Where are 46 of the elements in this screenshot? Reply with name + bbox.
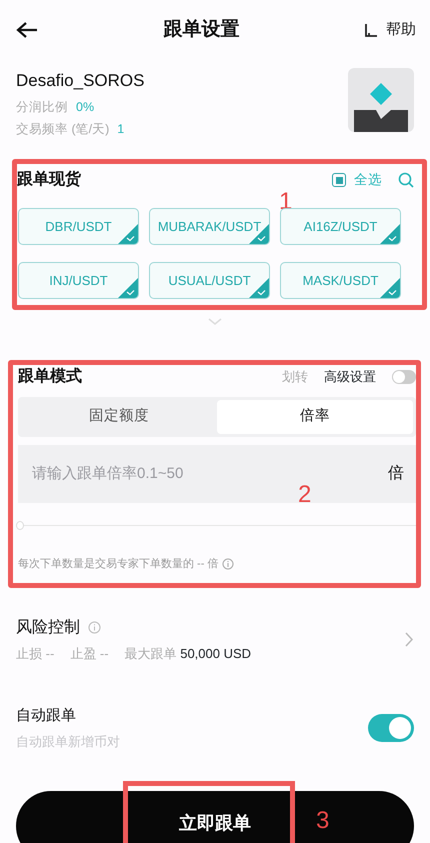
checkbox[interactable] xyxy=(332,173,346,187)
row-title: 自动跟单 xyxy=(16,706,77,726)
pair-chip[interactable]: DBR/USDT xyxy=(18,208,139,245)
chevron-down-icon xyxy=(208,318,222,326)
risk-value: 最大跟单 50,000 USD xyxy=(124,644,252,662)
info-icon[interactable] xyxy=(222,558,234,570)
page-title: 跟单设置 xyxy=(164,18,240,40)
mode-tab[interactable]: 固定额度 xyxy=(21,400,217,434)
toggle-switch[interactable] xyxy=(392,370,416,384)
section-title: 跟单现货 xyxy=(17,170,81,190)
pair-chip[interactable]: MUBARAK/USDT xyxy=(149,208,270,245)
check-icon xyxy=(118,224,138,244)
stat-value: 0% xyxy=(76,98,94,116)
back-icon[interactable] xyxy=(16,21,38,39)
info-icon[interactable] xyxy=(88,621,101,634)
help-button[interactable]: 帮助 xyxy=(365,18,416,42)
mode-tab[interactable]: 倍率 xyxy=(217,400,413,434)
risk-value: 止盈 -- xyxy=(70,644,109,662)
unit-label: 倍 xyxy=(388,464,404,484)
select-all-label[interactable]: 全选 xyxy=(354,170,382,190)
check-icon xyxy=(118,278,138,298)
trader-name: Desafio_SOROS xyxy=(16,70,144,92)
row-title: 风险控制 xyxy=(16,618,80,638)
stat-label: 分润比例 xyxy=(16,98,68,116)
advanced-settings-label: 高级设置 xyxy=(324,368,376,386)
risk-value: 止损 -- xyxy=(16,644,54,662)
risk-control-row[interactable]: 风险控制 止损 -- 止盈 -- 最大跟单 50,000 USD xyxy=(0,616,430,663)
pair-chip[interactable]: MASK/USDT xyxy=(280,262,401,299)
pair-chip[interactable]: AI16Z/USDT xyxy=(280,208,401,245)
section-title: 跟单模式 xyxy=(18,366,82,387)
search-icon[interactable] xyxy=(398,172,414,188)
check-icon xyxy=(249,278,269,298)
stat-label: 交易频率 (笔/天) xyxy=(16,121,110,138)
pair-chip[interactable]: INJ/USDT xyxy=(18,262,139,299)
slider-thumb[interactable] xyxy=(16,521,24,530)
chevron-right-icon xyxy=(405,632,414,647)
check-icon xyxy=(380,224,400,244)
annotation-number: 3 xyxy=(316,809,330,833)
toggle-switch[interactable] xyxy=(368,714,414,742)
row-subtitle: 自动跟单新增币对 xyxy=(16,732,120,750)
stat-value: 1 xyxy=(117,121,124,138)
transfer-link[interactable]: 划转 xyxy=(282,367,308,387)
avatar xyxy=(348,68,414,132)
pair-chip[interactable]: USUAL/USDT xyxy=(149,262,270,299)
check-icon xyxy=(380,278,400,298)
hint-text: 每次下单数量是交易专家下单数量的 -- 倍 xyxy=(18,556,218,572)
